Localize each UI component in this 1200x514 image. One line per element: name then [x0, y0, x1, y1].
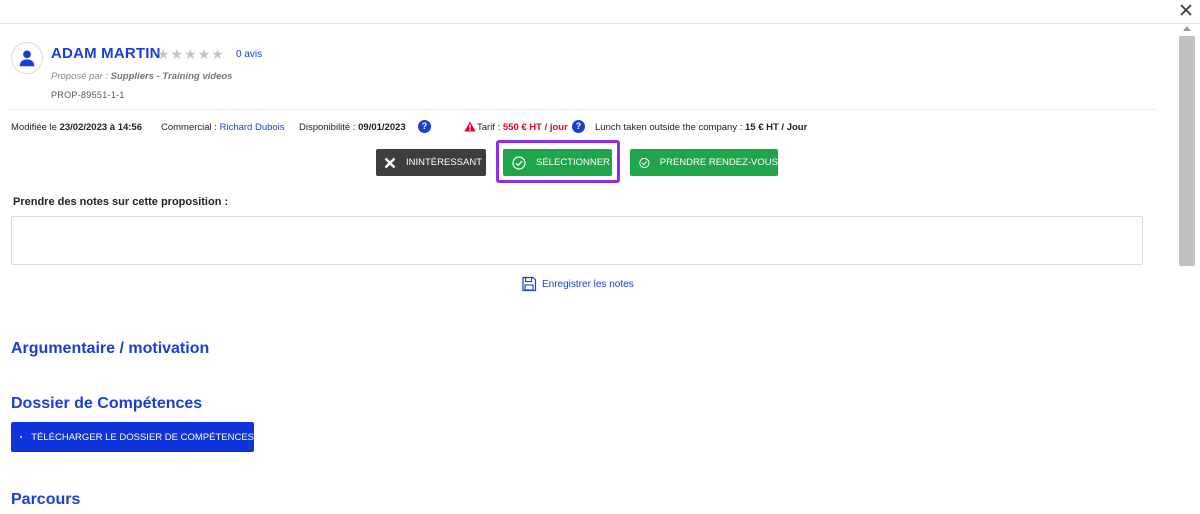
reviews-link[interactable]: 0 avis — [236, 49, 262, 60]
section-title-argumentaire: Argumentaire / motivation — [11, 340, 210, 357]
lunch-cost: Lunch taken outside the company : 15 € H… — [595, 122, 808, 133]
scrollbar[interactable] — [1174, 24, 1200, 514]
rating-stars-icon: ★★★★★ — [157, 46, 225, 62]
pdf-file-icon — [20, 435, 23, 439]
save-icon — [522, 276, 537, 292]
modal-header — [0, 0, 1200, 24]
appointment-label: PRENDRE RENDEZ-VOUS — [659, 157, 778, 168]
save-notes-label: Enregistrer les notes — [542, 278, 634, 290]
candidate-name[interactable]: ADAM MARTIN — [51, 45, 161, 62]
proposal-reference: PROP-89551-1-1 — [51, 90, 125, 100]
close-icon — [384, 157, 396, 168]
availability-help-icon[interactable]: ? — [418, 120, 431, 133]
download-dossier-label: TÉLÉCHARGER LE DOSSIER DE COMPÉTENCES — [31, 431, 254, 443]
proposal-panel: ADAM MARTIN ★★★★★ 0 avis Proposé par : S… — [0, 24, 1174, 514]
tarif: Tarif : 550 € HT / jour — [477, 122, 568, 133]
check-circle-icon — [639, 157, 650, 168]
proposed-by: Proposé par : Suppliers - Training video… — [51, 71, 233, 82]
scroll-up-arrow-icon[interactable] — [1183, 26, 1191, 31]
section-title-dossier: Dossier de Compétences — [11, 395, 203, 412]
not-interested-button[interactable]: ININTÉRESSANT — [376, 149, 486, 176]
save-notes-link[interactable]: Enregistrer les notes — [521, 276, 634, 292]
tarif-help-icon[interactable]: ? — [572, 120, 585, 133]
modified-date: Modifiée le 23/02/2023 à 14:56 — [11, 122, 142, 133]
availability: Disponibilité : 09/01/2023 — [299, 122, 406, 133]
notes-textarea[interactable] — [11, 216, 1143, 265]
close-icon[interactable] — [1178, 2, 1194, 18]
section-title-parcours: Parcours — [11, 491, 81, 508]
select-button[interactable]: SÉLECTIONNER — [503, 149, 612, 176]
scroll-thumb[interactable] — [1179, 36, 1195, 266]
divider — [8, 109, 1156, 110]
select-label: SÉLECTIONNER — [536, 157, 610, 168]
commercial-link[interactable]: Richard Dubois — [220, 122, 285, 133]
commercial: Commercial : Richard Dubois — [161, 122, 285, 133]
appointment-button[interactable]: PRENDRE RENDEZ-VOUS — [630, 149, 778, 176]
warning-icon — [464, 121, 476, 132]
not-interested-label: ININTÉRESSANT — [406, 157, 483, 168]
check-circle-icon — [512, 155, 526, 170]
user-icon — [11, 42, 43, 74]
notes-label: Prendre des notes sur cette proposition … — [13, 196, 229, 208]
download-dossier-button[interactable]: TÉLÉCHARGER LE DOSSIER DE COMPÉTENCES — [11, 422, 254, 452]
